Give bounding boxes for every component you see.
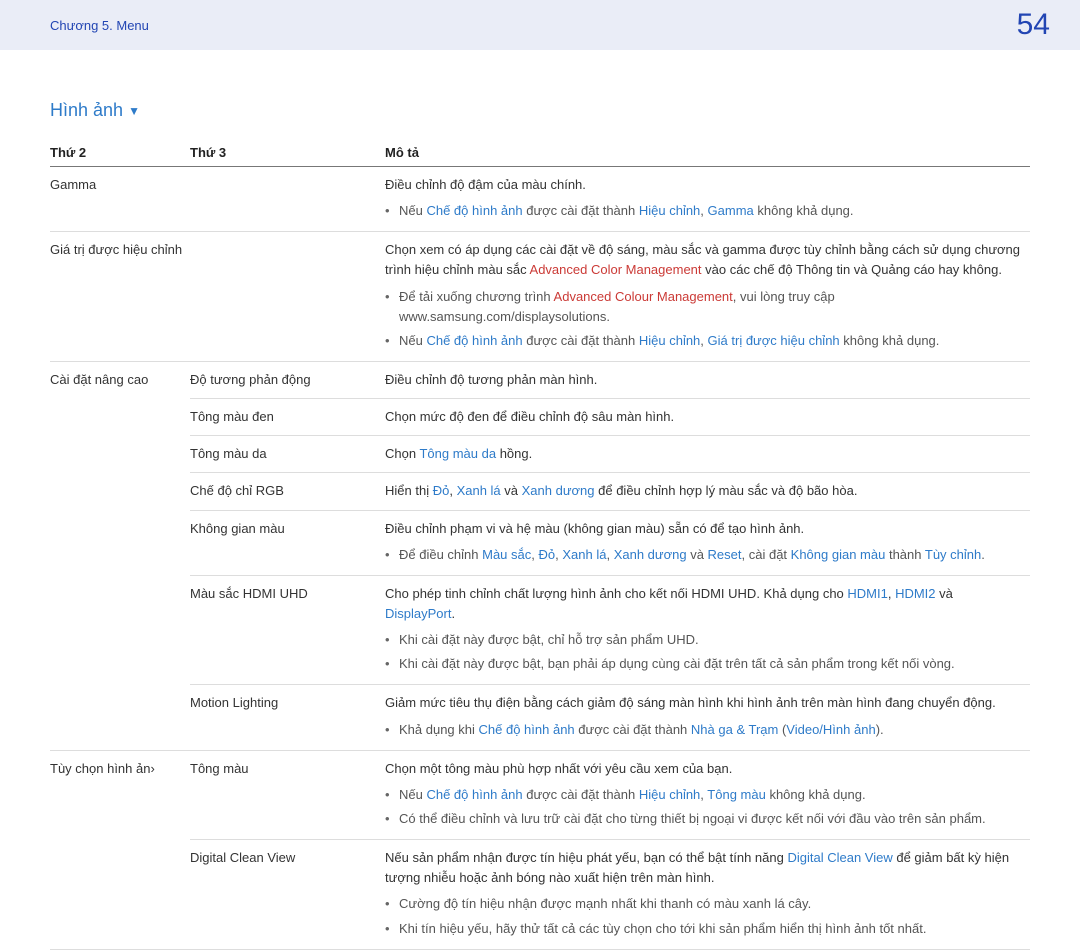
table-row: Motion Lighting Giảm mức tiêu thụ điện b…: [50, 685, 1030, 750]
setting-advanced: Cài đặt nâng cao: [50, 361, 190, 750]
settings-table: Thứ 2 Thứ 3 Mô tả Gamma Điều chỉnh độ đậ…: [50, 139, 1030, 950]
rgb-only-desc: Hiển thị Đỏ, Xanh lá và Xanh dương để đi…: [385, 473, 1030, 510]
sub-hdmi-uhd-color: Màu sắc HDMI UHD: [190, 575, 385, 685]
color-tone-note-2: Có thể điều chỉnh và lưu trữ cài đặt cho…: [399, 807, 1024, 831]
triangle-down-icon: ▼: [128, 104, 140, 118]
table-row: Tông màu đen Chọn mức độ đen để điều chỉ…: [50, 399, 1030, 436]
sub-dynamic-contrast: Độ tương phản động: [190, 361, 385, 398]
table-row: Digital Clean View Nếu sản phẩm nhận đượ…: [50, 840, 1030, 950]
dcv-note-2: Khi tín hiệu yếu, hãy thử tất cả các tùy…: [399, 917, 1024, 941]
calval-desc: Chọn xem có áp dụng các cài đặt về độ sá…: [385, 242, 1020, 277]
table-row: Màu sắc HDMI UHD Cho phép tinh chỉnh chấ…: [50, 575, 1030, 685]
table-row: Giá trị được hiệu chỉnh Chọn xem có áp d…: [50, 232, 1030, 362]
col-header-1: Thứ 2: [50, 139, 190, 167]
page-number: 54: [1017, 8, 1050, 42]
flesh-tone-desc: Chọn Tông màu da hồng.: [385, 436, 1030, 473]
calval-note-2: Nếu Chế độ hình ảnh được cài đặt thành H…: [399, 329, 1024, 353]
gamma-desc: Điều chỉnh độ đậm của màu chính.: [385, 177, 586, 192]
chapter-label: Chương 5. Menu: [50, 18, 149, 33]
hdmi-uhd-note-1: Khi cài đặt này được bật, chỉ hỗ trợ sản…: [399, 628, 1024, 652]
motion-lighting-desc: Giảm mức tiêu thụ điện bằng cách giảm độ…: [385, 695, 996, 710]
sub-digital-clean-view: Digital Clean View: [190, 840, 385, 950]
setting-gamma: Gamma: [50, 167, 190, 232]
sub-motion-lighting: Motion Lighting: [190, 685, 385, 750]
hdmi-uhd-note-2: Khi cài đặt này được bật, bạn phải áp dụ…: [399, 652, 1024, 676]
sub-rgb-only: Chế độ chỉ RGB: [190, 473, 385, 510]
table-row: Tông màu da Chọn Tông màu da hồng.: [50, 436, 1030, 473]
setting-picture-options: Tùy chọn hình ản›: [50, 750, 190, 949]
color-tone-note-1: Nếu Chế độ hình ảnh được cài đặt thành H…: [399, 783, 1024, 807]
dcv-note-1: Cường độ tín hiệu nhận được mạnh nhất kh…: [399, 892, 1024, 916]
table-row: Gamma Điều chỉnh độ đậm của màu chính. N…: [50, 167, 1030, 232]
page-content: Hình ảnh ▼ Thứ 2 Thứ 3 Mô tả Gamma Điều …: [0, 50, 1080, 950]
hdmi-uhd-desc: Cho phép tinh chỉnh chất lượng hình ảnh …: [385, 586, 953, 621]
table-row: Tùy chọn hình ản› Tông màu Chọn một tông…: [50, 750, 1030, 839]
dynamic-contrast-desc: Điều chỉnh độ tương phản màn hình.: [385, 361, 1030, 398]
page-header: Chương 5. Menu 54: [0, 0, 1080, 50]
table-row: Không gian màu Điều chỉnh phạm vi và hệ …: [50, 510, 1030, 575]
setting-calibrated-value: Giá trị được hiệu chỉnh: [50, 232, 190, 362]
gamma-note: Nếu Chế độ hình ảnh được cài đặt thành H…: [399, 199, 1024, 223]
sub-color-tone: Tông màu: [190, 750, 385, 839]
col-header-2: Thứ 3: [190, 139, 385, 167]
sub-black-tone: Tông màu đen: [190, 399, 385, 436]
black-tone-desc: Chọn mức độ đen để điều chỉnh độ sâu màn…: [385, 399, 1030, 436]
table-row: Cài đặt nâng cao Độ tương phản động Điều…: [50, 361, 1030, 398]
section-title-text: Hình ảnh: [50, 100, 123, 120]
section-title: Hình ảnh ▼: [50, 100, 1030, 121]
dcv-desc: Nếu sản phẩm nhận được tín hiệu phát yếu…: [385, 850, 1009, 885]
sub-color-space: Không gian màu: [190, 510, 385, 575]
table-row: Chế độ chỉ RGB Hiển thị Đỏ, Xanh lá và X…: [50, 473, 1030, 510]
calval-note-1: Để tải xuống chương trình Advanced Colou…: [399, 285, 1024, 329]
motion-lighting-note: Khả dụng khi Chế độ hình ảnh được cài đặ…: [399, 718, 1024, 742]
sub-flesh-tone: Tông màu da: [190, 436, 385, 473]
col-header-3: Mô tả: [385, 139, 1030, 167]
color-space-desc: Điều chỉnh phạm vi và hệ màu (không gian…: [385, 521, 804, 536]
color-space-note: Để điều chỉnh Màu sắc, Đỏ, Xanh lá, Xanh…: [399, 543, 1024, 567]
